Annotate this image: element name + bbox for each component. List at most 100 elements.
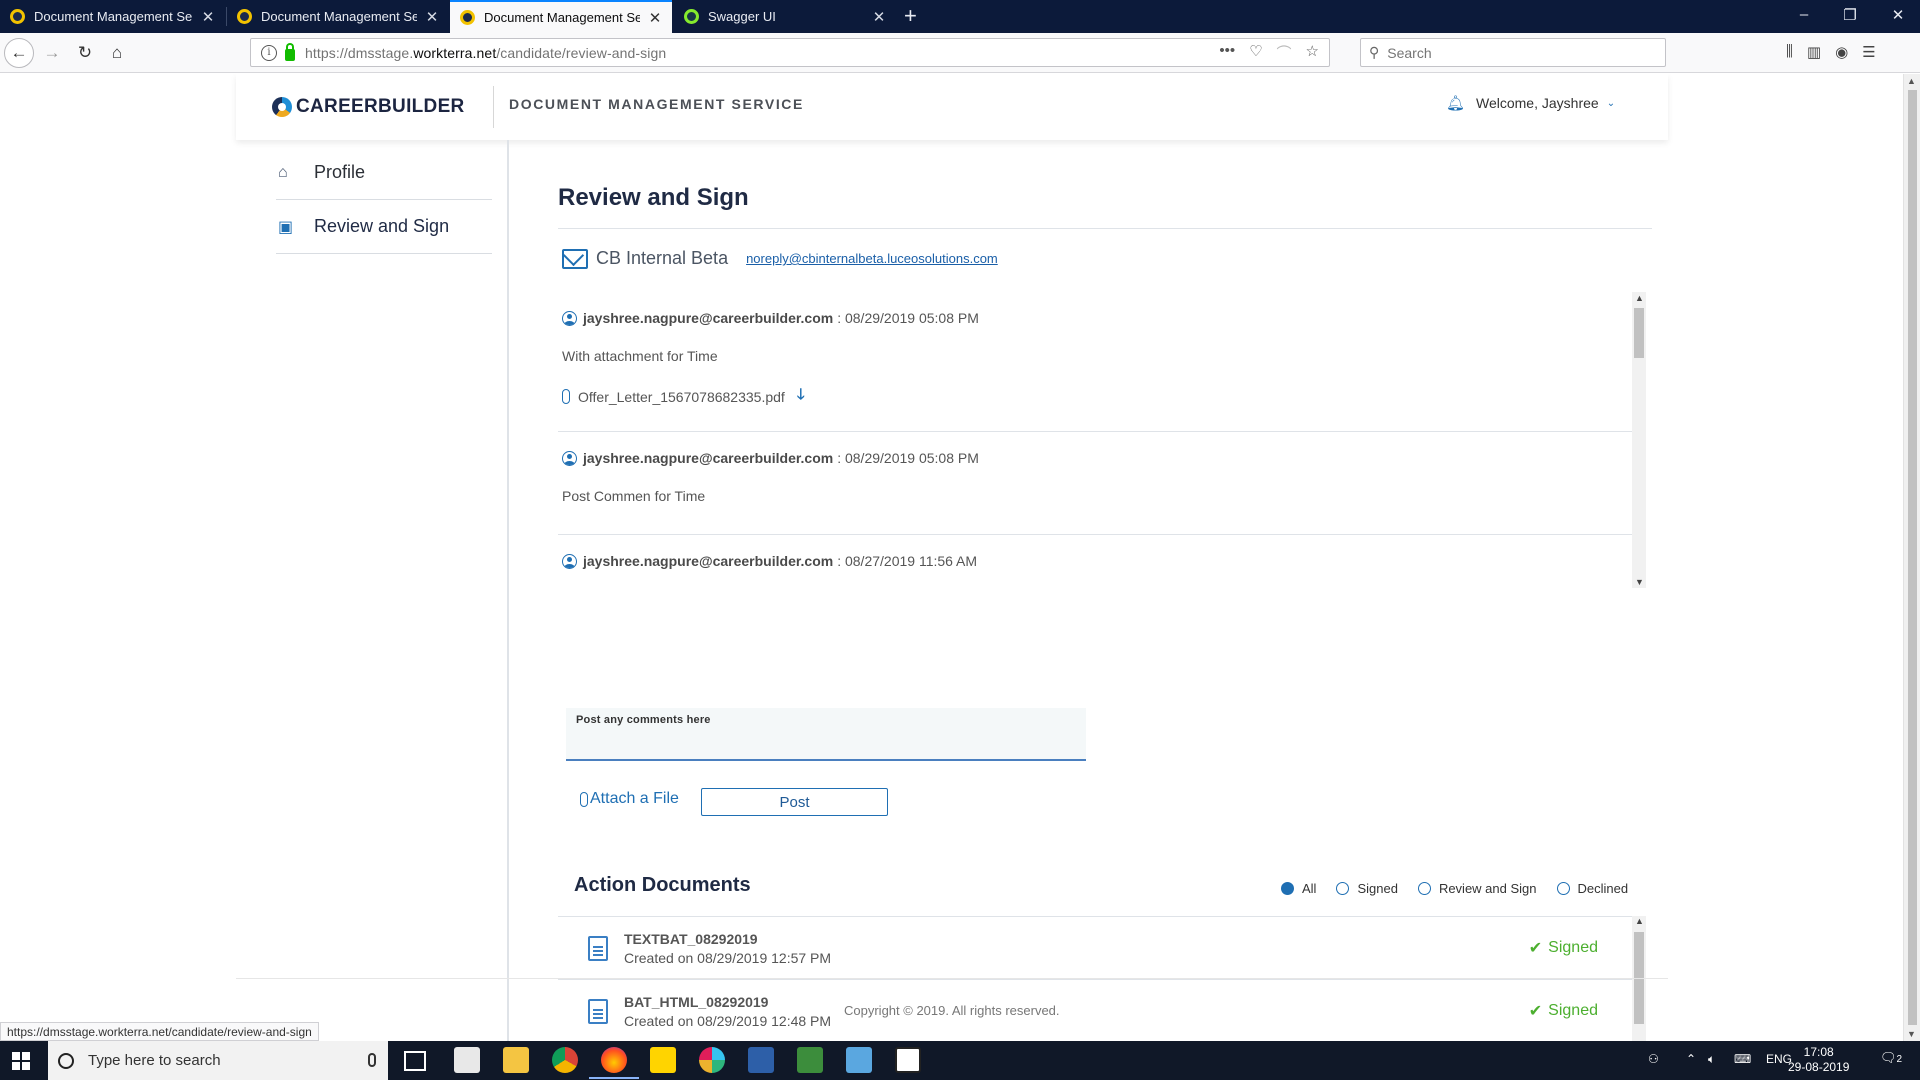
site-favicon-icon [237, 9, 252, 24]
radio-icon[interactable] [1417, 882, 1431, 895]
new-tab-icon[interactable]: + [904, 3, 917, 29]
radio-icon[interactable] [1336, 882, 1350, 895]
page-scrollbar[interactable]: ▲ ▼ [1903, 74, 1920, 1041]
browser-tab[interactable]: Document Management Servic ✕ [0, 0, 225, 33]
info-icon[interactable]: i [261, 44, 277, 61]
chrome-icon[interactable] [552, 1047, 578, 1073]
filter-all[interactable]: All [1281, 881, 1316, 896]
sidebar-item-label: Review and Sign [314, 216, 450, 236]
filter-declined[interactable]: Declined [1556, 881, 1628, 896]
browser-tab[interactable]: Document Management Servic ✕ [227, 0, 449, 33]
scroll-up-icon[interactable]: ▲ [1635, 293, 1644, 303]
page-title: Review and Sign [558, 184, 749, 211]
notepad-icon[interactable] [846, 1047, 872, 1073]
tray-chevron-icon[interactable]: ⌃ [1686, 1052, 1696, 1066]
volume-icon[interactable]: 🔈︎ [1708, 1052, 1715, 1067]
comment-input[interactable] [576, 726, 1076, 752]
reload-icon[interactable]: ↻ [73, 41, 97, 65]
file-explorer-icon[interactable] [503, 1047, 529, 1073]
sender-name: CB Internal Beta [596, 248, 729, 268]
url-bar[interactable]: i https://dmsstage.workterra.net/candida… [250, 38, 1330, 67]
radio-icon[interactable] [1556, 882, 1570, 895]
header-divider [493, 86, 494, 128]
filter-review-and-sign[interactable]: Review and Sign [1417, 881, 1537, 896]
keyboard-icon[interactable]: ⌨ [1734, 1052, 1751, 1066]
document-name[interactable]: TEXTBAT_08292019 [624, 931, 831, 947]
attachment-filename[interactable]: Offer_Letter_1567078682335.pdf [578, 389, 785, 405]
page-actions-icon[interactable]: ••• [1219, 42, 1235, 63]
thread-scrollbar[interactable]: ▲ ▼ [1632, 292, 1646, 588]
reader-mode-icon[interactable]: ⌒ [1277, 42, 1292, 63]
sticky-notes-icon[interactable] [650, 1047, 676, 1073]
browser-tab[interactable]: Swagger UI ✕ [674, 0, 896, 33]
sidebar-item-review-and-sign[interactable]: ▣ Review and Sign [276, 200, 492, 254]
user-menu[interactable]: Welcome, Jayshree ⌄ [1476, 95, 1615, 111]
slack-icon[interactable] [699, 1047, 725, 1073]
document-name[interactable]: BAT_HTML_08292019 [624, 994, 831, 1010]
scroll-up-icon[interactable]: ▲ [1907, 76, 1916, 86]
message-thread[interactable]: jayshree.nagpure@careerbuilder.com : 08/… [558, 292, 1658, 587]
careerbuilder-logo[interactable]: CAREERBUILDER [272, 96, 465, 118]
window-close-icon[interactable]: ✕ [1888, 6, 1908, 24]
windows-start-icon[interactable] [12, 1052, 30, 1070]
message-body: Post Commen for Time [562, 488, 706, 504]
browser-tab-bar: Document Management Servic ✕ Document Ma… [0, 0, 1920, 33]
sidebar-toggle-icon[interactable]: ▥ [1807, 43, 1821, 61]
checkmark-icon: ✔ [1528, 1003, 1543, 1020]
pocket-icon[interactable]: ♡ [1249, 42, 1262, 63]
close-icon[interactable]: ✕ [648, 9, 662, 27]
scroll-up-icon[interactable]: ▲ [1635, 916, 1644, 926]
document-row[interactable]: BAT_HTML_08292019 Created on 08/29/2019 … [558, 980, 1634, 1041]
envelope-icon [562, 248, 588, 269]
swagger-favicon-icon [684, 9, 699, 24]
back-icon[interactable]: ← [4, 38, 34, 68]
restore-icon[interactable]: ❐ [1840, 6, 1860, 24]
action-center-icon[interactable]: 🗨︎2 [1880, 1050, 1902, 1066]
excel-icon[interactable] [797, 1047, 823, 1073]
forward-icon[interactable]: → [40, 41, 64, 65]
scrollbar-thumb[interactable] [1908, 90, 1917, 1025]
user-circle-icon [562, 553, 577, 569]
message-date: : 08/29/2019 05:08 PM [837, 310, 979, 326]
browser-tab-active[interactable]: Document Management Servic ✕ [450, 0, 672, 33]
bookmark-star-icon[interactable]: ☆ [1306, 42, 1319, 63]
sender-email-link[interactable]: noreply@cbinternalbeta.luceosolutions.co… [746, 251, 998, 266]
library-icon[interactable]: ⫼ [1786, 43, 1793, 61]
photos-icon[interactable] [895, 1047, 921, 1073]
visual-studio-icon[interactable] [748, 1047, 774, 1073]
task-view-icon[interactable] [404, 1051, 426, 1071]
lock-icon [285, 42, 295, 61]
scroll-down-icon[interactable]: ▼ [1635, 577, 1644, 587]
filter-signed[interactable]: Signed [1336, 881, 1398, 896]
people-icon[interactable]: ⚇ [1648, 1052, 1659, 1066]
document-row[interactable]: TEXTBAT_08292019 Created on 08/29/2019 1… [558, 917, 1634, 980]
close-icon[interactable]: ✕ [425, 8, 439, 26]
comment-field[interactable]: Post any comments here [566, 708, 1086, 761]
scroll-down-icon[interactable]: ▼ [1907, 1029, 1916, 1039]
microphone-icon[interactable] [368, 1053, 376, 1067]
minimize-icon[interactable]: – [1794, 6, 1814, 23]
message-item: jayshree.nagpure@careerbuilder.com : 08/… [558, 535, 1638, 587]
account-icon[interactable]: ◉ [1835, 43, 1848, 61]
menu-icon[interactable]: ☰ [1862, 43, 1875, 61]
taskbar-search[interactable]: Type here to search [48, 1041, 388, 1080]
browser-search-input[interactable] [1387, 44, 1648, 61]
sidebar-item-profile[interactable]: ⌂ Profile [276, 146, 492, 200]
post-button[interactable]: Post [701, 788, 888, 816]
attach-file-link[interactable]: Attach a File [580, 790, 679, 808]
home-icon[interactable]: ⌂ [105, 41, 129, 65]
scrollbar-thumb[interactable] [1634, 308, 1644, 358]
notification-bell-icon[interactable]: 🔔︎ [1446, 94, 1465, 112]
close-icon[interactable]: ✕ [872, 8, 886, 26]
firefox-icon[interactable] [589, 1047, 639, 1079]
download-icon[interactable]: 🡓 [797, 384, 805, 409]
radio-selected-icon[interactable] [1281, 882, 1294, 895]
url-text[interactable]: https://dmsstage.workterra.net/candidate… [305, 45, 1219, 61]
close-icon[interactable]: ✕ [201, 8, 215, 26]
mail-app-icon[interactable] [454, 1047, 480, 1073]
message-author: jayshree.nagpure@careerbuilder.com [583, 553, 834, 569]
message-author: jayshree.nagpure@careerbuilder.com [583, 310, 834, 326]
browser-search-box[interactable]: ⚲ [1360, 38, 1666, 67]
system-clock[interactable]: 17:08 29-08-2019 [1788, 1045, 1849, 1075]
status-badge: ✔ Signed [1528, 1002, 1598, 1020]
